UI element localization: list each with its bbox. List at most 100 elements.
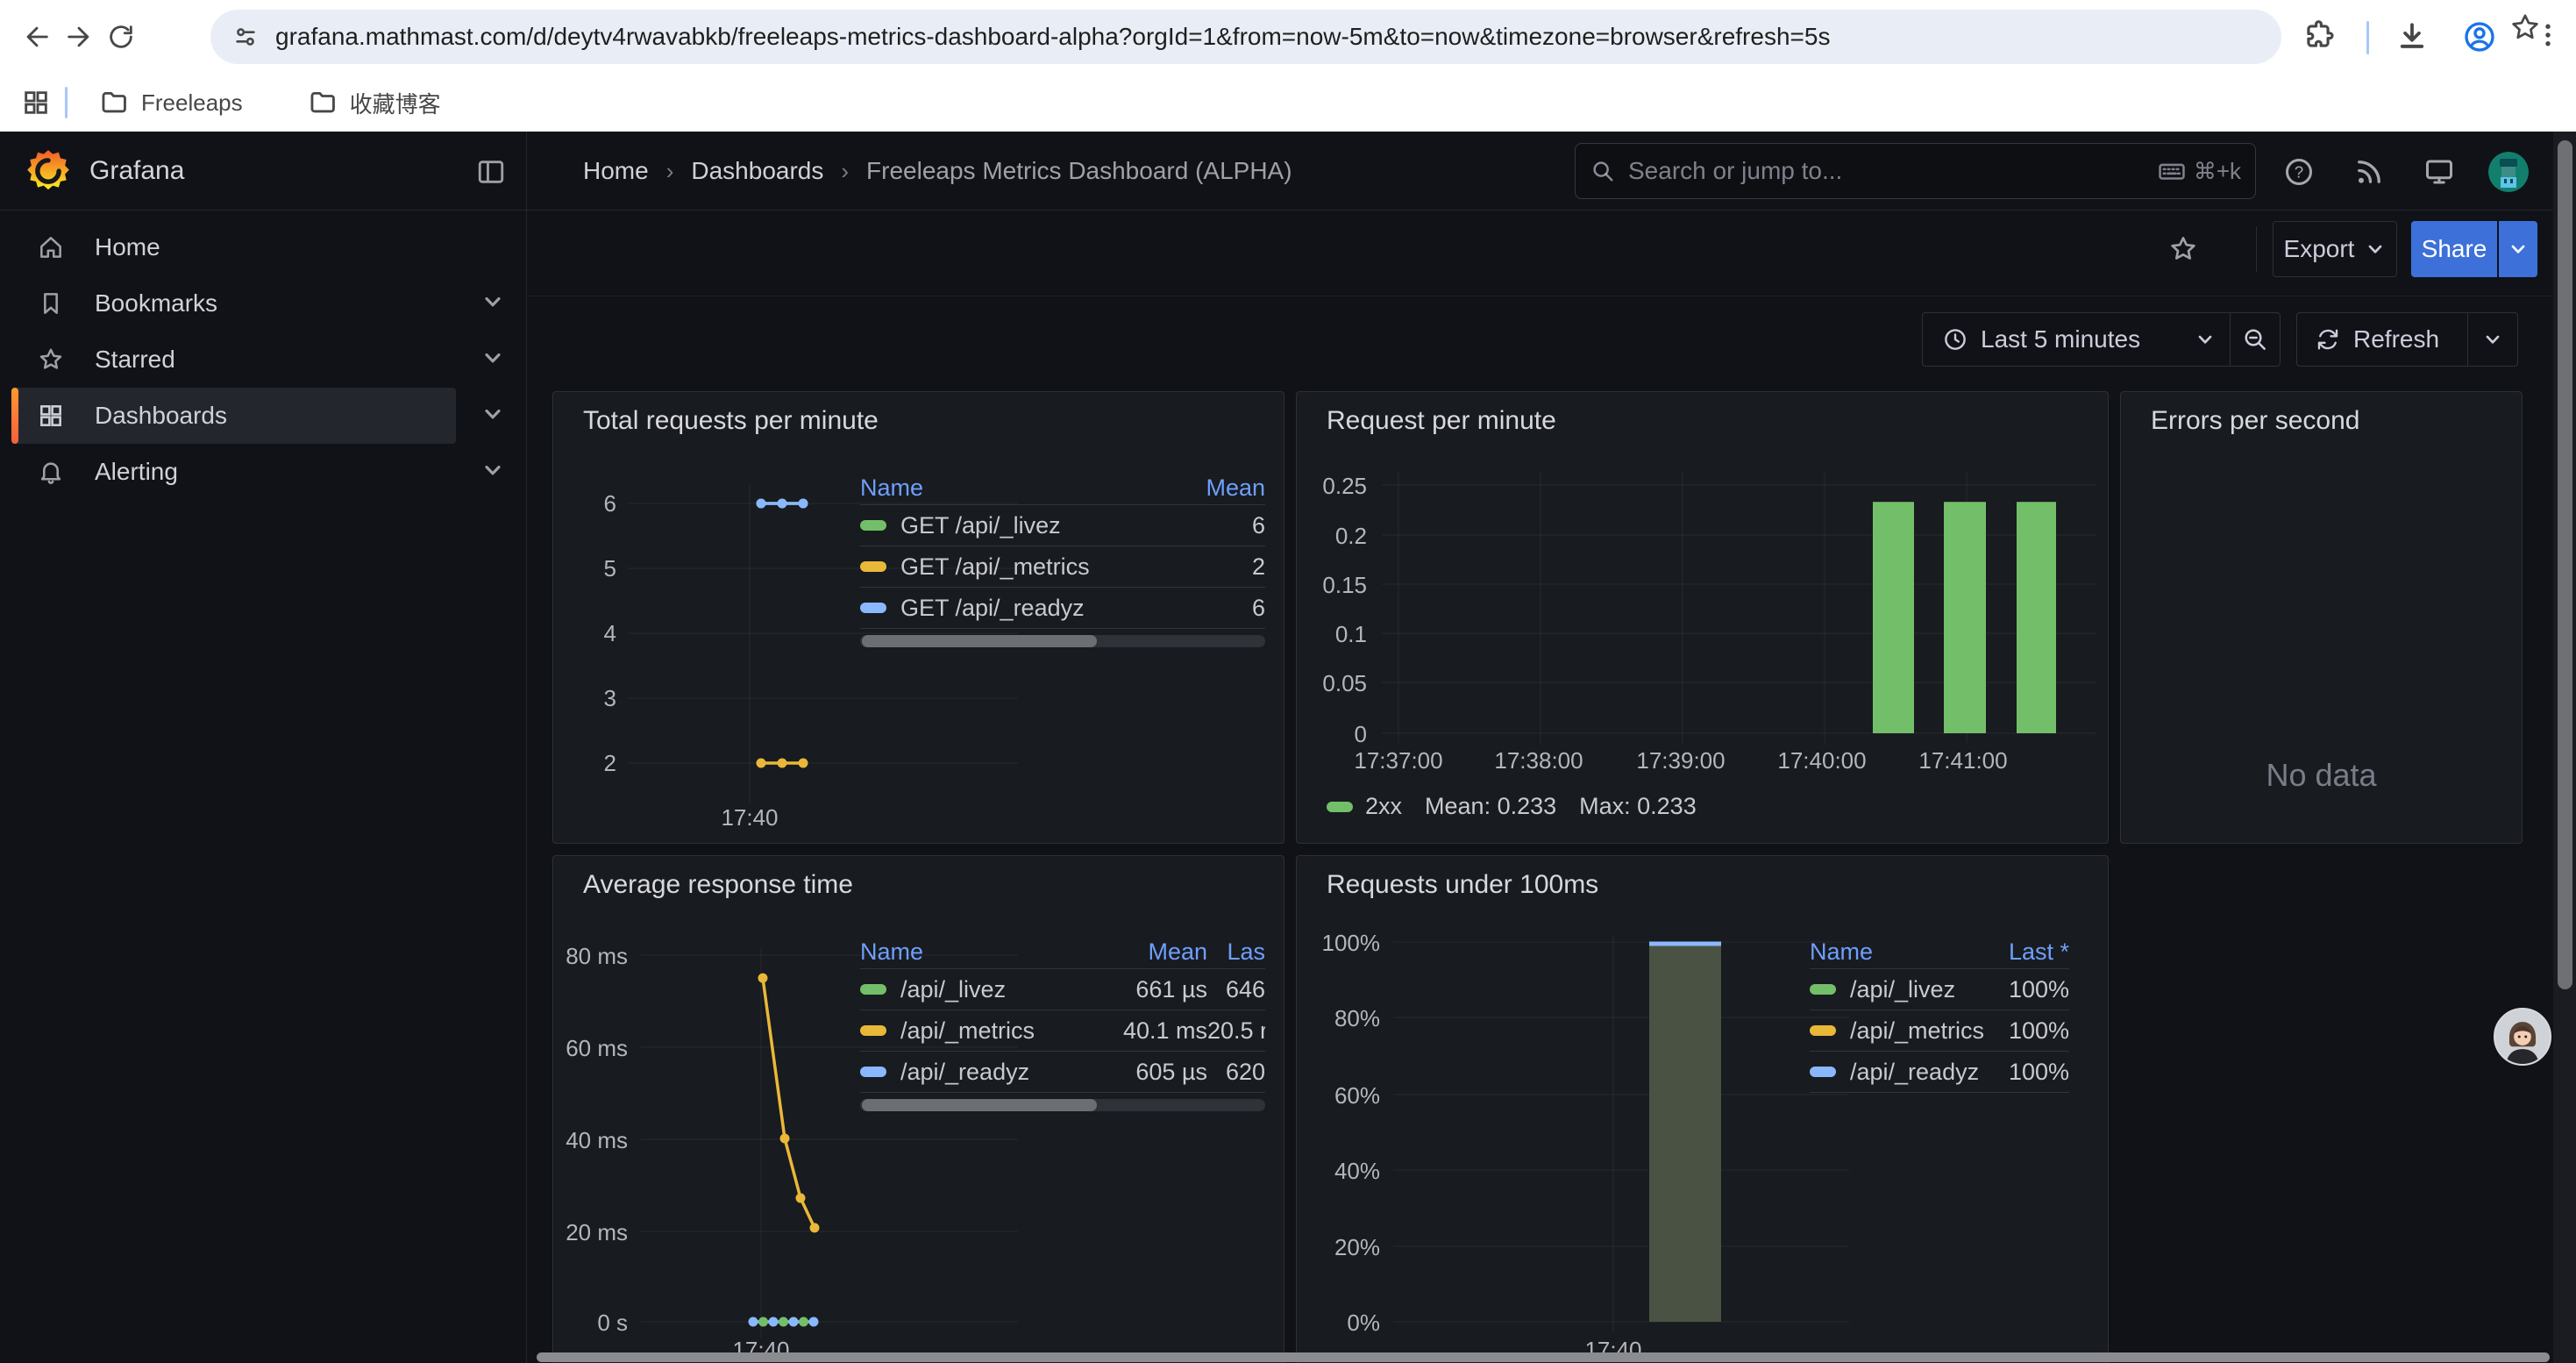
sidebar-item-home[interactable]: Home [11,219,456,275]
scrollbar-thumb[interactable] [862,1099,1097,1111]
user-avatar[interactable] [2488,152,2529,192]
floating-assistant-avatar[interactable] [2494,1008,2551,1066]
share-button[interactable]: Share [2411,221,2497,277]
news-rss-icon[interactable] [2353,156,2385,188]
bookmark-folder-blogs[interactable]: 收藏博客 [295,80,453,126]
series-name[interactable]: /api/_livez [1850,976,1986,1003]
toolbar-divider [2366,21,2369,54]
series-name[interactable]: /api/_readyz [900,1059,1093,1086]
legend-col-mean[interactable]: Mean [1186,475,1265,502]
url-bar[interactable]: grafana.mathmast.com/d/deytv4rwavabkb/fr… [210,10,2281,64]
folder-icon [99,88,129,118]
refresh-interval-dropdown[interactable] [2468,329,2517,350]
brand-name[interactable]: Grafana [89,132,184,211]
reload-icon[interactable] [100,16,142,58]
refresh-icon[interactable] [2315,326,2341,353]
search-box[interactable]: ⌘+k [1575,143,2256,199]
legend-row[interactable]: /api/_readyz 100% [1810,1051,2069,1092]
panel-title[interactable]: Average response time [583,870,853,900]
series-name[interactable]: GET /api/_livez [900,512,1186,539]
sidebar-item-bookmarks[interactable]: Bookmarks [11,275,456,332]
back-icon[interactable] [16,16,58,58]
y-tick: 60 ms [553,1035,628,1062]
legend-row[interactable]: /api/_livez 100% [1810,968,2069,1010]
share-menu-button[interactable] [2499,221,2537,277]
refresh-label[interactable]: Refresh [2353,325,2467,353]
legend-col-mean[interactable]: Mean [1093,938,1207,966]
panel-title[interactable]: Errors per second [2151,406,2359,436]
series-mean: Mean: 0.233 [1425,793,1556,820]
series-name[interactable]: /api/_metrics [1850,1017,1986,1045]
browser-menu-icon[interactable] [2532,19,2564,51]
legend-col-name[interactable]: Name [1810,938,1986,966]
dock-menu-icon[interactable] [476,157,506,187]
favorite-dashboard-star-icon[interactable] [2167,233,2199,265]
vertical-scrollbar[interactable] [2553,132,2576,1363]
breadcrumb-dashboards[interactable]: Dashboards [691,157,823,185]
svg-text:?: ? [2295,163,2303,182]
legend-scrollbar[interactable] [860,635,1265,647]
x-tick: 17:37:00 [1342,747,1455,774]
monitor-icon[interactable] [2423,156,2455,188]
series-name[interactable]: GET /api/_metrics [900,553,1186,581]
series-name[interactable]: 2xx [1365,793,1402,820]
apps-grid-icon[interactable] [21,88,51,118]
legend-col-last[interactable]: Last * [1986,938,2069,966]
legend-row[interactable]: /api/_metrics 40.1 ms 20.5 r [860,1010,1265,1051]
help-icon[interactable]: ? [2283,156,2315,188]
legend-row[interactable]: GET /api/_readyz 6 [860,587,1265,628]
legend: 2xx Mean: 0.233 Max: 0.233 [1327,793,1719,820]
panel-title[interactable]: Requests under 100ms [1327,870,1598,900]
downloads-icon[interactable] [2395,19,2429,53]
legend-row[interactable]: GET /api/_livez 6 [860,504,1265,546]
time-range-picker[interactable]: Last 5 minutes [1922,312,2281,367]
breadcrumb-home[interactable]: Home [583,157,649,185]
grafana-logo[interactable] [25,147,72,195]
grafana-header: Grafana Home › Dashboards › Freeleaps Me… [0,132,2576,211]
chevron-down-icon[interactable] [480,346,505,370]
y-tick: 0 s [553,1309,628,1337]
legend-row[interactable]: /api/_metrics 100% [1810,1010,2069,1051]
sidebar-item-alerting[interactable]: Alerting [11,444,456,500]
x-tick: 17:39:00 [1625,747,1737,774]
site-info-icon[interactable] [231,23,260,51]
bookmark-folder-freeleaps[interactable]: Freeleaps [87,81,255,125]
sidebar-item-starred[interactable]: Starred [11,332,456,388]
series-color-pill [860,1067,886,1077]
chevron-down-icon[interactable] [480,402,505,426]
zoom-out-icon[interactable] [2231,325,2280,353]
breadcrumb-separator: › [666,158,674,185]
export-button[interactable]: Export [2273,221,2397,277]
horizontal-scrollbar[interactable] [537,1352,2550,1362]
bookmarks-divider [65,87,68,118]
scrollbar-thumb[interactable] [2558,140,2572,989]
scrollbar-thumb[interactable] [862,635,1097,647]
legend-row[interactable]: /api/_readyz 605 µs 620 [860,1051,1265,1092]
chevron-down-icon[interactable] [480,458,505,482]
legend-col-name[interactable]: Name [860,938,1093,966]
sidebar-item-dashboards[interactable]: Dashboards [11,388,456,444]
breadcrumb-separator: › [841,158,849,185]
series-color-pill [860,603,886,613]
star-icon [37,346,65,374]
bar-chart[interactable] [1382,471,2096,743]
chevron-down-icon[interactable] [480,289,505,314]
extensions-icon[interactable] [2302,19,2335,53]
share-button-group: Share [2411,221,2537,277]
area-chart[interactable] [1393,935,1849,1331]
series-name[interactable]: /api/_metrics [900,1017,1093,1045]
sidebar-item-label: Dashboards [95,402,227,430]
series-name[interactable]: /api/_readyz [1850,1059,1986,1086]
forward-icon[interactable] [58,16,100,58]
panel-title[interactable]: Request per minute [1327,406,1556,436]
panel-title[interactable]: Total requests per minute [583,406,879,436]
series-name[interactable]: GET /api/_readyz [900,595,1186,622]
series-name[interactable]: /api/_livez [900,976,1093,1003]
search-input[interactable] [1628,157,2157,185]
legend-row[interactable]: /api/_livez 661 µs 646 [860,968,1265,1010]
legend-scrollbar[interactable] [860,1099,1265,1111]
legend-col-name[interactable]: Name [860,475,1186,502]
profile-icon[interactable] [2462,19,2497,54]
legend-col-last[interactable]: Las [1207,938,1265,966]
legend-row[interactable]: GET /api/_metrics 2 [860,546,1265,587]
